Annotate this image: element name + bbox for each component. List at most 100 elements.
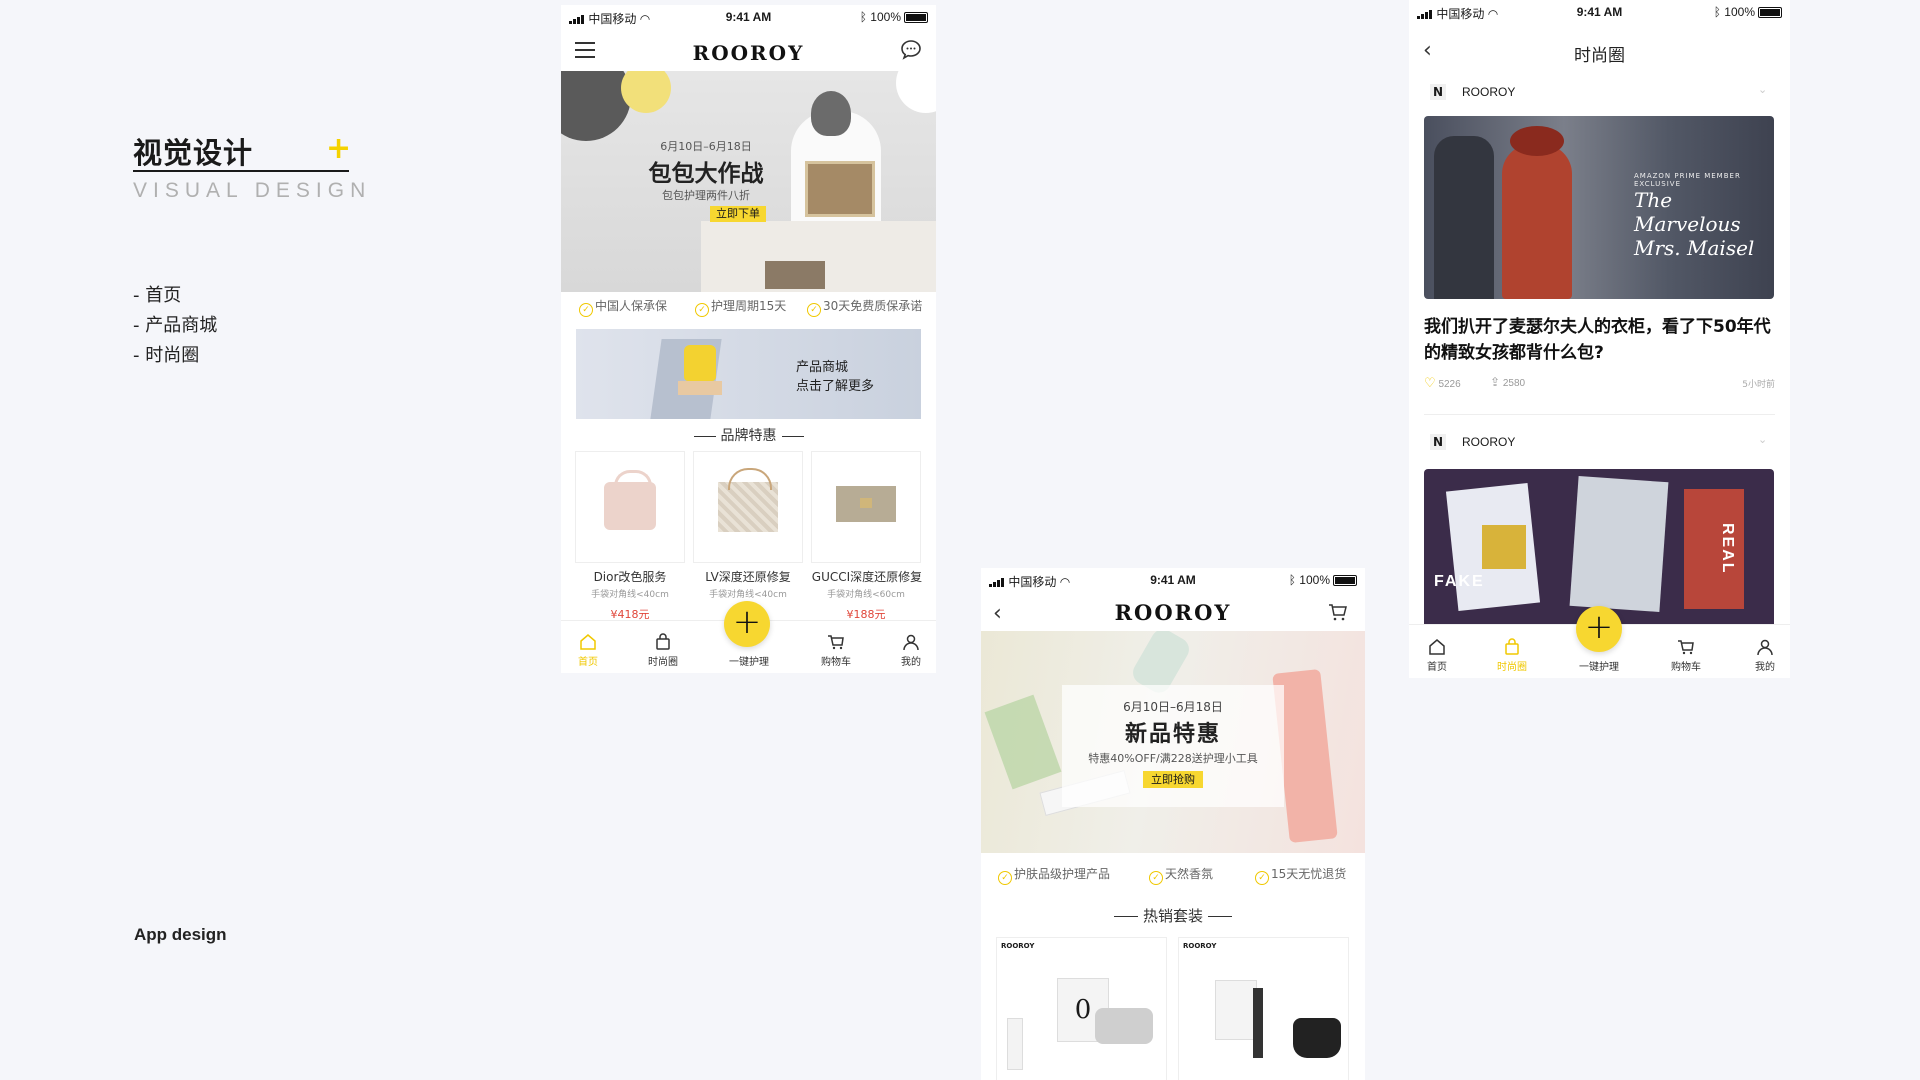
author-name[interactable]: ROOROY <box>1462 435 1515 449</box>
section-heading-label: 品牌特惠 <box>720 428 777 444</box>
tab-label: 购物车 <box>821 657 851 668</box>
hero-banner[interactable]: 6月10日–6月18日 新品特惠 特惠40%OFF/满228送护理小工具 立即抢… <box>981 631 1365 853</box>
product-card[interactable] <box>811 451 921 563</box>
brand-logo: ROOROY <box>692 41 805 65</box>
page-list-item: - 首页 <box>133 285 182 306</box>
banner-items-image <box>765 261 825 289</box>
promo-line-2: 点击了解更多 <box>796 379 875 394</box>
status-bar: 中国移动 ◠ 9:41 AM ᛒ 100% <box>981 568 1365 592</box>
section-title: 视觉设计 <box>133 136 254 170</box>
message-icon[interactable] <box>900 39 922 61</box>
hero-banner[interactable]: 6月10日–6月18日 包包大作战 包包护理两件八折 立即下单 <box>561 71 936 292</box>
tab-label: 时尚圈 <box>1497 662 1527 673</box>
divider <box>693 435 716 437</box>
tab-fashion[interactable]: 时尚圈 <box>1487 638 1537 673</box>
tab-fashion[interactable]: 时尚圈 <box>638 633 688 668</box>
product-image <box>728 468 772 490</box>
user-icon <box>1757 639 1773 656</box>
product-image <box>860 498 872 508</box>
cart-icon <box>1678 640 1694 655</box>
like-count-value: 5226 <box>1438 379 1461 390</box>
divider <box>1424 414 1775 415</box>
banner-decoration <box>621 71 671 113</box>
image-caption-fake: FAKE <box>1434 573 1485 590</box>
post-headline[interactable]: 我们扒开了麦瑟尔夫人的衣柜，看了下50年代的精致女孩都背什么包? <box>1424 314 1776 366</box>
share-count-value: 2580 <box>1502 378 1526 389</box>
post-time: 5小时前 <box>1742 380 1775 390</box>
brand-logo: ROOROY <box>1114 600 1232 625</box>
post-image[interactable]: AMAZON PRIME MEMBER EXCLUSIVE The Marvel… <box>1424 116 1774 299</box>
tab-cart[interactable]: 购物车 <box>1661 638 1711 673</box>
kit-bag-image <box>1095 1008 1153 1044</box>
tab-home[interactable]: 首页 <box>1412 638 1462 673</box>
tab-one-click-care[interactable]: 一键护理 <box>724 653 774 668</box>
guarantee-label: 30天免费质保承诺 <box>823 299 923 313</box>
tab-label: 首页 <box>578 657 598 668</box>
battery-label: 100% <box>1724 5 1755 19</box>
battery-label: 100% <box>870 10 901 24</box>
section-heading: 品牌特惠 <box>561 425 936 445</box>
divider <box>781 435 804 437</box>
check-icon: ✓ <box>807 303 821 317</box>
banner-date: 6月10日–6月18日 <box>1123 700 1223 714</box>
tab-one-click-care[interactable]: 一键护理 <box>1574 658 1624 673</box>
promo-bag-image <box>684 345 716 381</box>
guarantee-item: ✓ 15天无忧退货 <box>1255 865 1346 885</box>
kit-card[interactable]: ROOROY 0 <box>996 937 1167 1080</box>
tab-home[interactable]: 首页 <box>563 633 613 668</box>
divider <box>1208 916 1232 917</box>
user-icon <box>903 634 919 651</box>
post-image-figure <box>1510 126 1564 156</box>
guarantee-item: ✓ 护肤品级护理产品 <box>998 865 1110 885</box>
product-card[interactable] <box>575 451 685 563</box>
buy-now-button[interactable]: 立即抢购 <box>1143 771 1203 788</box>
post-image-figure <box>1482 525 1526 569</box>
shop-promo-banner[interactable]: 产品商城 点击了解更多 <box>576 329 921 419</box>
kit-bag-image <box>1293 1018 1341 1058</box>
tab-label: 我的 <box>1755 662 1775 673</box>
add-care-button[interactable]: + <box>724 601 770 647</box>
guarantee-item: ✓ 天然香氛 <box>1149 865 1213 885</box>
tab-label: 我的 <box>901 657 921 668</box>
order-now-button[interactable]: 立即下单 <box>710 206 766 222</box>
check-icon: ✓ <box>579 303 593 317</box>
page-list-item: - 时尚圈 <box>133 345 200 366</box>
tab-label: 一键护理 <box>1579 662 1619 673</box>
product-card[interactable] <box>693 451 803 563</box>
tab-cart[interactable]: 购物车 <box>811 633 861 668</box>
check-icon: ✓ <box>998 871 1012 885</box>
chevron-down-icon[interactable]: ⌄ <box>1758 83 1767 96</box>
kit-brand: ROOROY <box>1001 942 1035 950</box>
author-name[interactable]: ROOROY <box>1462 85 1515 99</box>
product-size: 手袋对角线<60cm <box>827 590 905 600</box>
guarantee-label: 中国人保承保 <box>595 299 668 313</box>
chevron-down-icon[interactable]: ⌄ <box>1758 433 1767 446</box>
bag-icon <box>656 633 670 650</box>
share-count[interactable]: ⇪ 2580 <box>1490 375 1525 389</box>
add-care-button[interactable]: + <box>1576 606 1622 652</box>
guarantee-label: 护肤品级护理产品 <box>1014 867 1111 881</box>
guarantee-item: ✓ 中国人保承保 <box>579 297 667 317</box>
tab-me[interactable]: 我的 <box>886 633 936 668</box>
phone-shop: 中国移动 ◠ 9:41 AM ᛒ 100% ‹ ROOROY 6月10日–6月1… <box>981 568 1365 1080</box>
banner-hat-image <box>811 91 851 136</box>
cart-icon[interactable] <box>1328 603 1348 621</box>
battery-icon <box>904 12 928 24</box>
guarantee-label: 15天无忧退货 <box>1271 867 1347 881</box>
product-image <box>614 470 652 491</box>
plus-icon: + <box>326 131 352 166</box>
kit-card[interactable]: ROOROY <box>1178 937 1349 1080</box>
section-subtitle: VISUAL DESIGN <box>133 179 372 202</box>
divider <box>1113 916 1138 917</box>
guarantee-label: 护理周期15天 <box>711 299 787 313</box>
image-caption-real: REAL <box>1719 523 1736 575</box>
post-image[interactable]: FAKE REAL <box>1424 469 1774 629</box>
cart-icon <box>828 635 844 650</box>
check-icon: ✓ <box>1149 871 1163 885</box>
like-count[interactable]: ♡ 5226 <box>1424 375 1461 391</box>
page-list-item: - 产品商城 <box>133 315 218 336</box>
tab-me[interactable]: 我的 <box>1740 638 1790 673</box>
status-bar: 中国移动 ◠ 9:41 AM ᛒ 100% <box>1409 0 1790 24</box>
tab-label: 一键护理 <box>729 657 769 668</box>
post-image-figure <box>1434 136 1494 299</box>
